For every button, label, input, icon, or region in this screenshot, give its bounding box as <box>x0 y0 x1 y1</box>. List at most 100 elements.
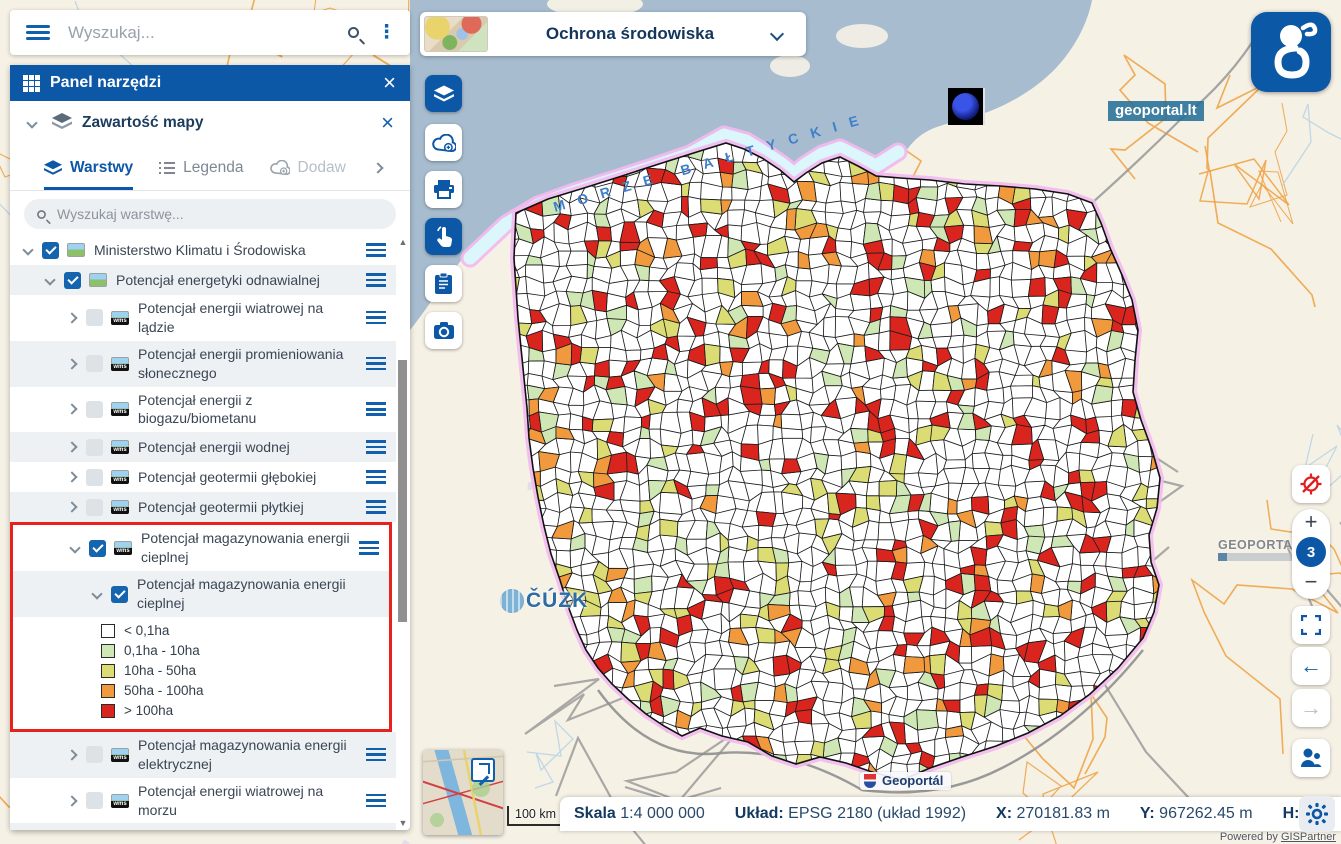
layer-menu-icon[interactable] <box>359 541 379 555</box>
scroll-down-icon[interactable]: ▼ <box>398 818 408 828</box>
layer-tree-row[interactable]: Potencjał geotermii płytkiej <box>10 492 396 522</box>
layer-checkbox[interactable] <box>111 586 128 603</box>
apps-grid-icon[interactable] <box>23 75 40 92</box>
layer-checkbox[interactable] <box>86 746 103 763</box>
layer-tree-row[interactable]: Potencjał geotermii głębokiej <box>10 462 396 492</box>
kebab-menu-icon[interactable]: ⋮ <box>377 21 396 44</box>
layer-tree-row[interactable]: Potencjał energetyki odnawialnej <box>10 265 396 295</box>
history-back-button[interactable]: ← <box>1292 647 1330 685</box>
legend-label: 0,1ha - 10ha <box>124 643 200 658</box>
layer-tree-row[interactable]: Potencjał energii wiatrowej na lądzie <box>10 295 396 341</box>
camera-tool-button[interactable] <box>425 312 462 349</box>
layer-search-input[interactable]: Wyszukaj warstwę... <box>57 206 184 222</box>
wms-layer-icon <box>111 470 129 484</box>
print-tool-button[interactable] <box>425 171 462 208</box>
scrollbar-thumb[interactable] <box>398 360 407 622</box>
cloud-add-tool-button[interactable] <box>425 124 462 161</box>
chevron-right-icon[interactable] <box>66 795 77 806</box>
layer-label: Jakość Powietrza <box>94 829 360 830</box>
layer-checkbox[interactable] <box>42 242 59 259</box>
layer-tree-row[interactable]: Potencjał energii z biogazu/biometanu <box>10 387 396 433</box>
settings-gear-button[interactable] <box>1299 796 1335 832</box>
chevron-right-icon[interactable] <box>66 404 77 415</box>
composition-thumbnail <box>424 16 488 52</box>
chevron-right-icon[interactable] <box>66 442 77 453</box>
layer-menu-icon[interactable] <box>366 794 386 808</box>
layer-tree-row[interactable]: Ministerstwo Klimatu i Środowiska <box>10 235 396 265</box>
layer-tree-row[interactable]: Potencjał energii promieniowania słonecz… <box>10 341 396 387</box>
tab-legenda[interactable]: Legenda <box>159 145 243 190</box>
chevron-down-icon[interactable] <box>91 588 102 599</box>
geoportal-logo[interactable] <box>1251 12 1331 92</box>
layer-checkbox[interactable] <box>86 401 103 418</box>
layer-checkbox[interactable] <box>89 540 106 557</box>
layer-tree-row[interactable]: Jakość Powietrza <box>10 823 396 830</box>
chevron-right-icon[interactable] <box>66 358 77 369</box>
scroll-up-icon[interactable]: ▲ <box>398 237 408 247</box>
layer-menu-icon[interactable] <box>366 311 386 325</box>
layers-tool-button[interactable] <box>425 75 462 112</box>
legend-label: 50ha - 100ha <box>124 683 204 698</box>
layer-checkbox[interactable] <box>64 272 81 289</box>
zoom-out-button[interactable]: − <box>1305 569 1318 595</box>
layer-menu-icon[interactable] <box>366 440 386 454</box>
legend-item: 50ha - 100ha <box>13 681 389 701</box>
legend-swatch <box>101 664 115 678</box>
chevron-down-icon[interactable] <box>69 543 80 554</box>
layer-search[interactable]: Wyszukaj warstwę... <box>24 199 396 229</box>
touch-select-tool-button[interactable] <box>425 218 462 255</box>
zoom-in-button[interactable]: + <box>1305 509 1318 535</box>
map-composition-selector[interactable]: Ochrona środowiska <box>420 12 806 56</box>
layer-tree-row[interactable]: Potencjał magazynowania energii cieplnej <box>13 525 389 571</box>
feedback-button[interactable] <box>1292 739 1330 777</box>
layer-menu-icon[interactable] <box>366 243 386 257</box>
layer-menu-icon[interactable] <box>366 500 386 514</box>
history-forward-button[interactable]: → <box>1292 689 1330 727</box>
tab-warstwy[interactable]: Warstwy <box>44 145 133 190</box>
tab-dodawanie[interactable]: Dodaw <box>270 145 346 190</box>
clipboard-tool-button[interactable] <box>425 265 462 302</box>
layer-tree-row[interactable]: Potencjał energii wodnej <box>10 432 396 462</box>
tabs-scroll-right-icon[interactable] <box>372 162 383 173</box>
layer-menu-icon[interactable] <box>366 357 386 371</box>
search-input[interactable]: Wyszukaj... <box>68 23 348 43</box>
main-menu-icon[interactable] <box>26 25 50 41</box>
layer-label: Potencjał magazynowania energii elektryc… <box>138 736 360 774</box>
layer-checkbox[interactable] <box>86 309 103 326</box>
chevron-down-icon[interactable] <box>26 117 37 128</box>
panel-close-icon[interactable]: × <box>383 72 396 94</box>
y-coordinate-readout: Y: 967262.45 m <box>1140 805 1253 823</box>
chevron-right-icon[interactable] <box>66 312 77 323</box>
tree-scrollbar[interactable]: ▲ ▼ <box>397 235 409 830</box>
list-icon <box>159 162 175 174</box>
zoom-control: + 3 − <box>1292 509 1330 599</box>
layer-tree-row[interactable]: Potencjał magazynowania energii cieplnej <box>13 571 389 617</box>
layer-menu-icon[interactable] <box>366 470 386 484</box>
section-close-icon[interactable]: × <box>381 112 394 134</box>
layer-tree: Ministerstwo Klimatu i ŚrodowiskaPotencj… <box>10 235 410 830</box>
overview-minimap[interactable] <box>423 750 503 835</box>
map-scalebar: 100 km <box>507 806 563 826</box>
layer-tree-row[interactable]: Potencjał magazynowania energii elektryc… <box>10 732 396 778</box>
search-icon[interactable] <box>348 27 359 38</box>
layer-checkbox[interactable] <box>86 439 103 456</box>
composition-label: Ochrona środowiska <box>488 24 772 44</box>
chevron-down-icon[interactable] <box>22 244 33 255</box>
layer-menu-icon[interactable] <box>366 748 386 762</box>
layer-menu-icon[interactable] <box>366 402 386 416</box>
layer-menu-icon[interactable] <box>366 273 386 287</box>
gispartner-link[interactable]: GISPartner <box>1281 831 1336 843</box>
open-minimap-icon[interactable] <box>471 758 495 782</box>
chevron-right-icon[interactable] <box>66 749 77 760</box>
layer-checkbox[interactable] <box>86 469 103 486</box>
chevron-down-icon[interactable] <box>44 274 55 285</box>
geolocation-off-button[interactable] <box>1292 465 1330 503</box>
layer-checkbox[interactable] <box>86 499 103 516</box>
arrow-right-icon: → <box>1300 695 1322 721</box>
layer-checkbox[interactable] <box>86 355 103 372</box>
layer-checkbox[interactable] <box>86 792 103 809</box>
layer-tree-row[interactable]: Potencjał energii wiatrowej na morzu <box>10 778 396 824</box>
fullscreen-button[interactable] <box>1292 606 1330 644</box>
chevron-right-icon[interactable] <box>66 502 77 513</box>
chevron-right-icon[interactable] <box>66 472 77 483</box>
